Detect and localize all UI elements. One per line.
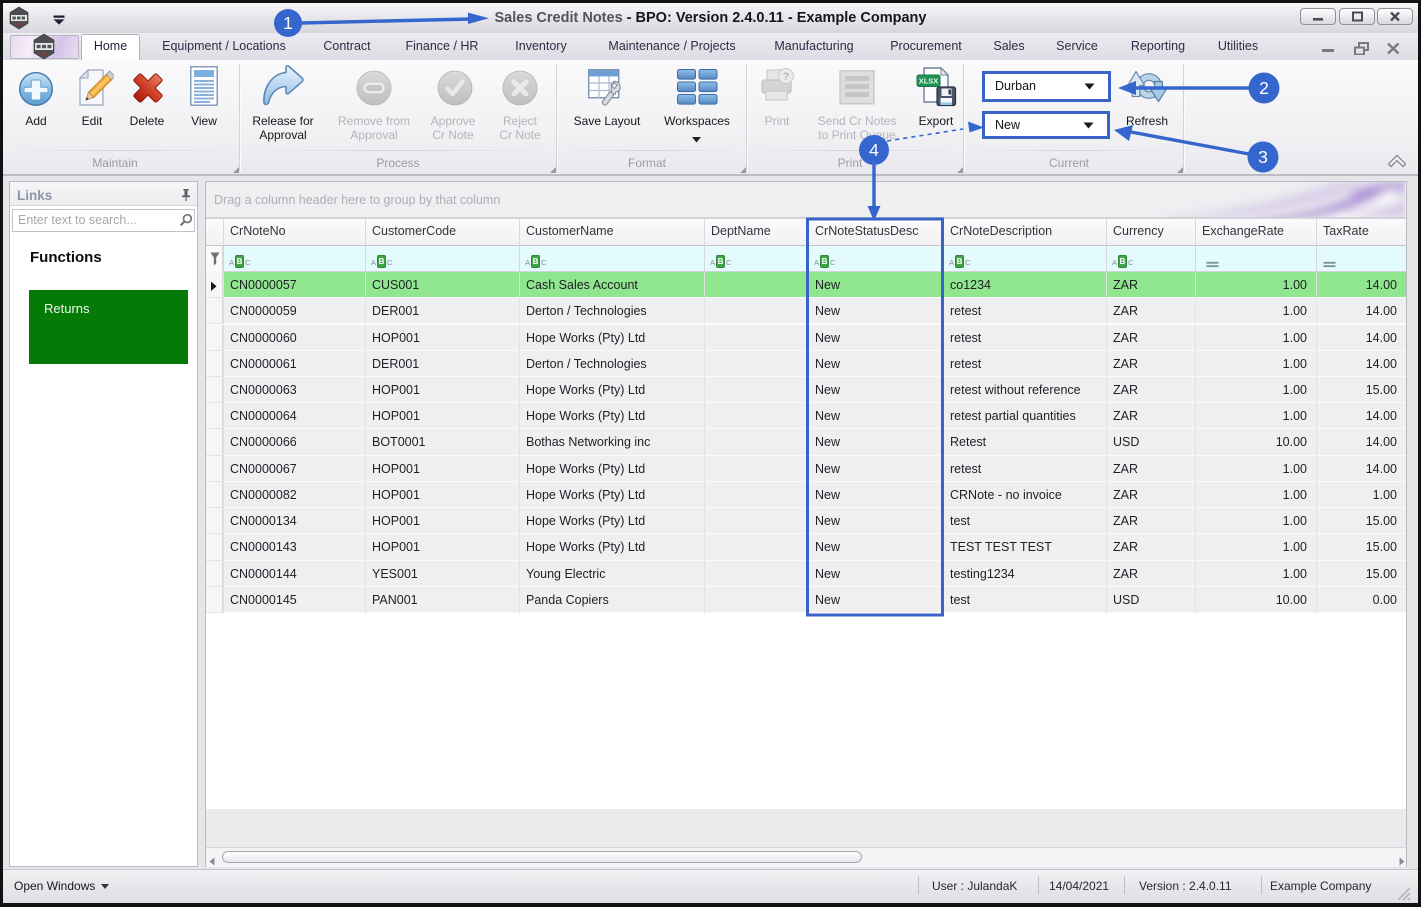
svg-text:XLSX: XLSX xyxy=(919,77,939,86)
svg-text:?: ? xyxy=(783,71,790,83)
